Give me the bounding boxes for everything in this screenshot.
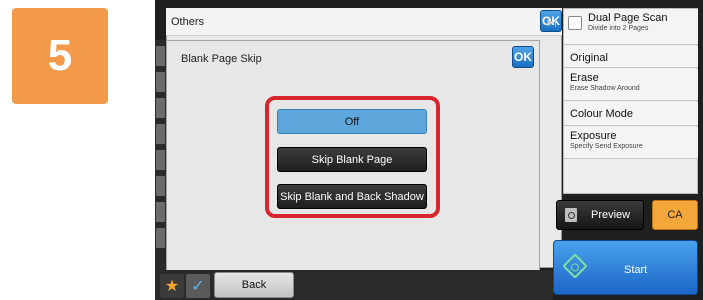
others-panel-title: Others bbox=[166, 8, 562, 36]
dialog-title: Blank Page Skip bbox=[181, 53, 262, 65]
left-tab[interactable] bbox=[156, 150, 165, 170]
menu-item-subtitle: Divide into 2 Pages bbox=[588, 25, 649, 32]
preview-label: Preview bbox=[591, 209, 631, 221]
menu-item-title: Colour Mode bbox=[570, 108, 633, 120]
menu-item-exposure[interactable]: Exposure Specify Send Exposure bbox=[564, 127, 698, 159]
menu-item-title: Original bbox=[570, 52, 608, 64]
checkmark-icon[interactable]: ✓ bbox=[186, 274, 210, 298]
dialog-ok-button[interactable]: OK bbox=[512, 46, 534, 68]
menu-item-subtitle: Erase Shadow Around bbox=[570, 85, 640, 92]
left-tab[interactable] bbox=[156, 98, 165, 118]
menu-item-title: Exposure bbox=[570, 130, 617, 142]
play-arrow-icon[interactable]: ▶​| bbox=[542, 8, 562, 36]
option-skip-blank-page-button[interactable]: Skip Blank Page bbox=[277, 147, 427, 172]
start-diamond-icon bbox=[562, 253, 588, 279]
option-off-button[interactable]: Off bbox=[277, 109, 427, 134]
step-number-badge: 5 bbox=[12, 8, 108, 104]
start-button[interactable]: Start bbox=[553, 240, 698, 295]
ca-button[interactable]: CA bbox=[652, 200, 698, 230]
back-button[interactable]: Back bbox=[214, 272, 294, 298]
menu-item-title: Erase bbox=[570, 72, 599, 84]
menu-item-colour-mode[interactable]: Colour Mode bbox=[564, 102, 698, 126]
star-icon[interactable]: ★ bbox=[160, 274, 184, 298]
start-label: Start bbox=[624, 264, 648, 276]
option-skip-blank-and-back-shadow-button[interactable]: Skip Blank and Back Shadow bbox=[277, 184, 427, 209]
left-tab[interactable] bbox=[156, 72, 165, 92]
menu-item-dual-page-scan[interactable]: Dual Page Scan Divide into 2 Pages bbox=[564, 9, 698, 45]
left-tab[interactable] bbox=[156, 46, 165, 66]
menu-item-title: Dual Page Scan bbox=[588, 12, 668, 24]
left-tab[interactable] bbox=[156, 124, 165, 144]
left-tab[interactable] bbox=[156, 176, 165, 196]
left-tab-strip bbox=[155, 40, 166, 270]
left-tab[interactable] bbox=[156, 228, 165, 248]
preview-document-icon bbox=[565, 208, 577, 222]
preview-button[interactable]: Preview bbox=[556, 200, 644, 230]
menu-item-subtitle: Specify Send Exposure bbox=[570, 143, 643, 150]
menu-item-original[interactable]: Original bbox=[564, 46, 698, 68]
menu-item-erase[interactable]: Erase Erase Shadow Around bbox=[564, 69, 698, 101]
dual-page-scan-checkbox[interactable] bbox=[568, 16, 582, 30]
left-tab[interactable] bbox=[156, 202, 165, 222]
